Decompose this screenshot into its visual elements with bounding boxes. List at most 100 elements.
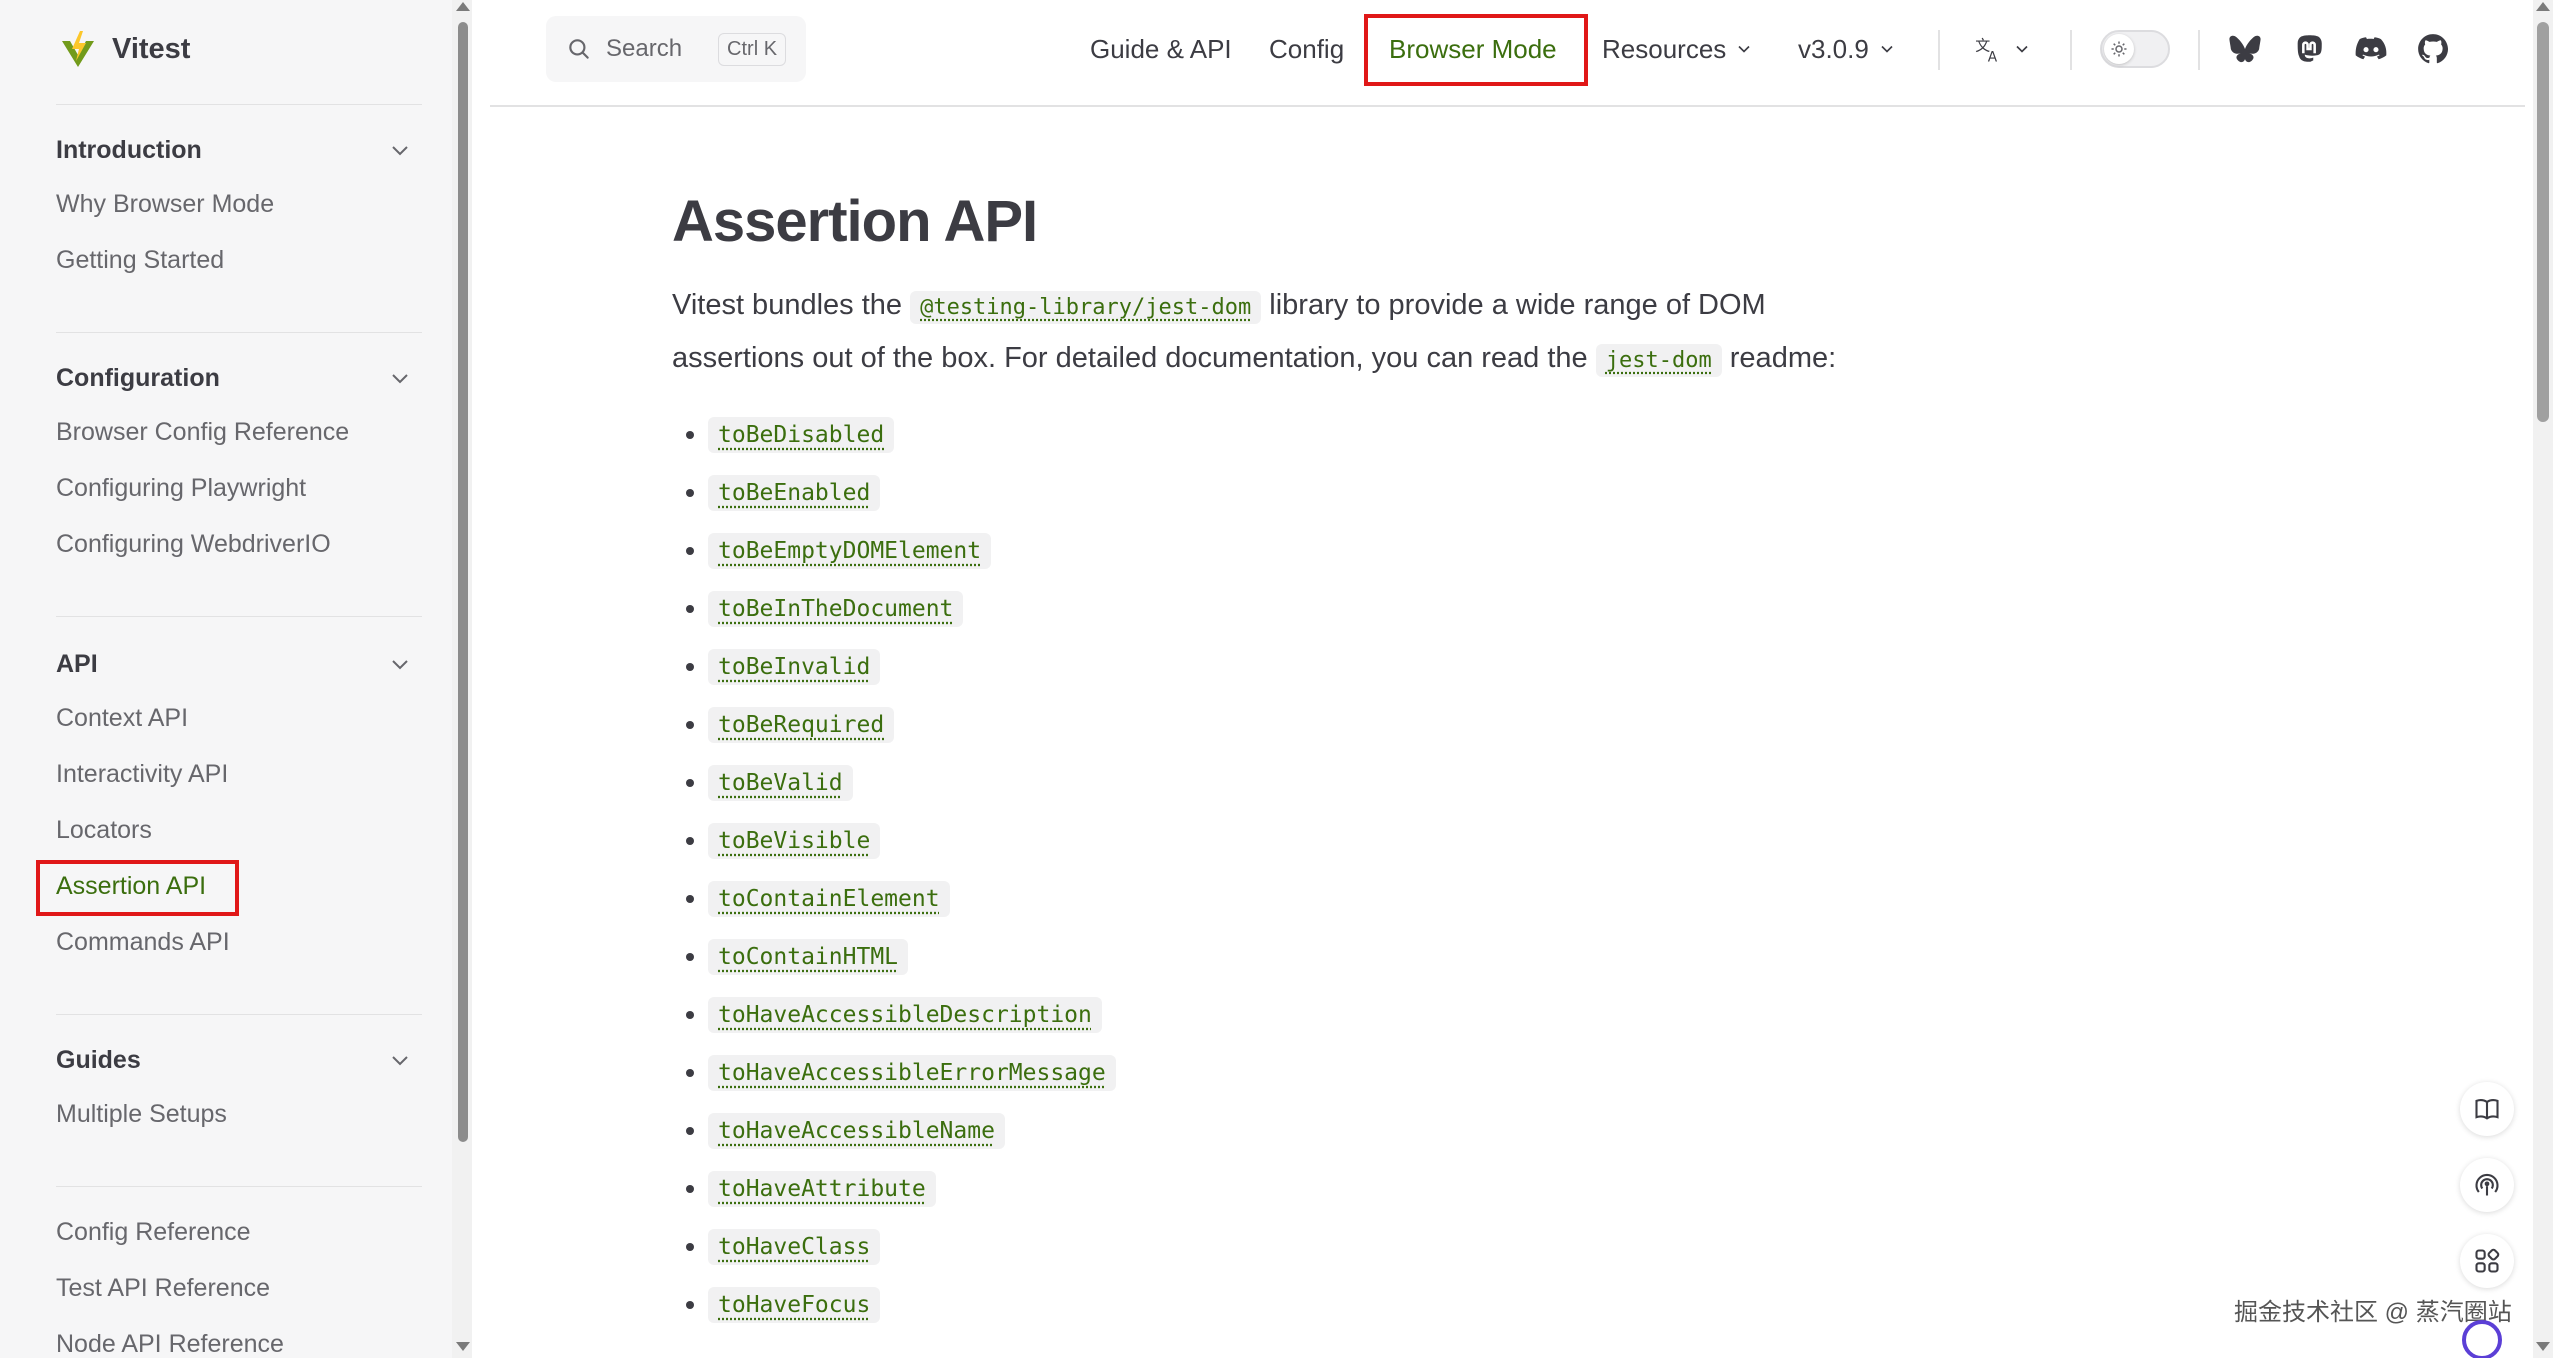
matcher-link[interactable]: toHaveAttribute [708,1171,936,1207]
sidebar-group-introduction: Introduction Why Browser Mode Getting St… [56,124,418,288]
matcher-link[interactable]: toHaveAccessibleErrorMessage [708,1055,1116,1091]
matcher-link[interactable]: toHaveAccessibleDescription [708,997,1102,1033]
chevron-down-icon [2012,39,2032,59]
github-link[interactable] [2414,30,2452,68]
discord-link[interactable] [2352,30,2390,68]
sidebar-group-guides: Guides Multiple Setups [56,1034,418,1142]
nav-separator [2070,30,2072,70]
chevron-down-icon [1734,39,1754,59]
matcher-link[interactable]: toHaveAccessibleName [708,1113,1005,1149]
watermark-text: 掘金技术社区 @ 蒸汽圈站 [2234,1292,2512,1327]
list-item: toHaveClass [672,1218,1872,1276]
scroll-down-arrow-icon[interactable] [2536,1342,2550,1351]
mascot-avatar-icon[interactable] [2462,1320,2502,1358]
list-item: toBeEmptyDOMElement [672,522,1872,580]
scroll-down-arrow-icon[interactable] [456,1342,470,1351]
sidebar-item-context-api[interactable]: Context API [56,690,418,746]
vitest-logo-icon [56,27,100,71]
sidebar-group-api: API Context API Interactivity API Locato… [56,638,418,970]
sidebar-item-test-api-reference[interactable]: Test API Reference [56,1260,418,1316]
sidebar-divider [56,616,422,617]
scroll-up-arrow-icon[interactable] [2536,2,2550,11]
matcher-link[interactable]: toBeRequired [708,707,894,743]
sidebar-group-header[interactable]: API [56,638,418,690]
sidebar-group-title: Introduction [56,136,202,165]
apps-button[interactable] [2460,1234,2514,1288]
matcher-link[interactable]: toHaveFocus [708,1287,880,1323]
sidebar-item-node-api-reference[interactable]: Node API Reference [56,1316,418,1358]
matcher-link[interactable]: toBeEnabled [708,475,880,511]
sidebar-item-why-browser-mode[interactable]: Why Browser Mode [56,176,418,232]
matcher-link[interactable]: toBeValid [708,765,853,801]
sidebar-divider [56,1014,422,1015]
nav-separator [2198,30,2200,70]
search-button[interactable]: Search Ctrl K [546,16,806,82]
matcher-link[interactable]: toContainHTML [708,939,908,975]
sidebar-item-config-reference[interactable]: Config Reference [56,1204,418,1260]
chevron-down-icon[interactable] [388,138,412,162]
github-icon [2416,32,2450,66]
list-item: toBeInTheDocument [672,580,1872,638]
nav-resources-label: Resources [1602,28,1726,70]
sidebar-group-header[interactable]: Configuration [56,352,418,404]
nav-resources-dropdown[interactable]: Resources [1602,28,1754,70]
chevron-down-icon[interactable] [388,652,412,676]
sidebar-divider [56,1186,422,1187]
theme-toggle[interactable] [2100,30,2170,68]
intro-paragraph: Vitest bundles the @testing-library/jest… [672,280,1872,386]
matcher-link[interactable]: toBeDisabled [708,417,894,453]
chevron-down-icon[interactable] [388,1048,412,1072]
theme-toggle-knob [2104,34,2134,64]
reader-mode-button[interactable] [2460,1082,2514,1136]
sidebar-item-configuring-playwright[interactable]: Configuring Playwright [56,460,418,516]
matcher-link[interactable]: toHaveClass [708,1229,880,1265]
app-window: Vitest Introduction Why Browser Mode Get… [0,0,2553,1358]
matcher-link[interactable]: toContainElement [708,881,950,917]
discord-icon [2354,32,2388,66]
nav-version-dropdown[interactable]: v3.0.9 [1798,28,1897,70]
navbar-divider [490,105,2525,107]
sidebar-item-assertion-api[interactable]: Assertion API [56,858,418,914]
list-item: toHaveAccessibleName [672,1102,1872,1160]
sidebar-item-getting-started[interactable]: Getting Started [56,232,418,288]
list-item: toHaveFocus [672,1276,1872,1334]
list-item: toBeDisabled [672,406,1872,464]
podcast-button[interactable] [2460,1158,2514,1212]
list-item: toBeInvalid [672,638,1872,696]
bluesky-link[interactable] [2226,30,2264,68]
matcher-link[interactable]: toBeInvalid [708,649,880,685]
matcher-link[interactable]: toBeInTheDocument [708,591,963,627]
sidebar-item-browser-config-reference[interactable]: Browser Config Reference [56,404,418,460]
matcher-link[interactable]: toBeVisible [708,823,880,859]
nav-browser-mode[interactable]: Browser Mode [1389,28,1557,70]
site-logo[interactable]: Vitest [56,26,190,72]
svg-text:A: A [1988,50,1998,65]
sidebar-item-commands-api[interactable]: Commands API [56,914,418,970]
sidebar-item-multiple-setups[interactable]: Multiple Setups [56,1086,418,1142]
translate-icon: 文 A [1974,34,2004,64]
scroll-up-arrow-icon[interactable] [456,2,470,11]
matcher-list: toBeDisabled toBeEnabled toBeEmptyDOMEle… [672,406,1872,1334]
sidebar-scrollbar-thumb[interactable] [458,22,468,1142]
nav-guide-api[interactable]: Guide & API [1090,28,1232,70]
matcher-link[interactable]: toBeEmptyDOMElement [708,533,991,569]
list-item: toBeValid [672,754,1872,812]
chevron-down-icon[interactable] [388,366,412,390]
sidebar-item-configuring-webdriverio[interactable]: Configuring WebdriverIO [56,516,418,572]
sidebar-group-header[interactable]: Introduction [56,124,418,176]
sidebar-item-interactivity-api[interactable]: Interactivity API [56,746,418,802]
list-item: toContainElement [672,870,1872,928]
nav-language-dropdown[interactable]: 文 A [1974,28,2032,70]
sidebar-item-locators[interactable]: Locators [56,802,418,858]
sidebar-group-title: Guides [56,1046,141,1075]
nav-config[interactable]: Config [1269,28,1344,70]
mastodon-link[interactable] [2290,30,2328,68]
site-name: Vitest [112,33,190,66]
jest-dom-readme-link[interactable]: jest-dom [1596,344,1722,377]
sidebar: Vitest Introduction Why Browser Mode Get… [0,0,452,1358]
list-item: toContainHTML [672,928,1872,986]
sidebar-group-header[interactable]: Guides [56,1034,418,1086]
page-scrollbar-thumb[interactable] [2537,22,2549,422]
sidebar-footer-links: Config Reference Test API Reference Node… [56,1204,418,1358]
jest-dom-package-link[interactable]: @testing-library/jest-dom [910,291,1261,324]
